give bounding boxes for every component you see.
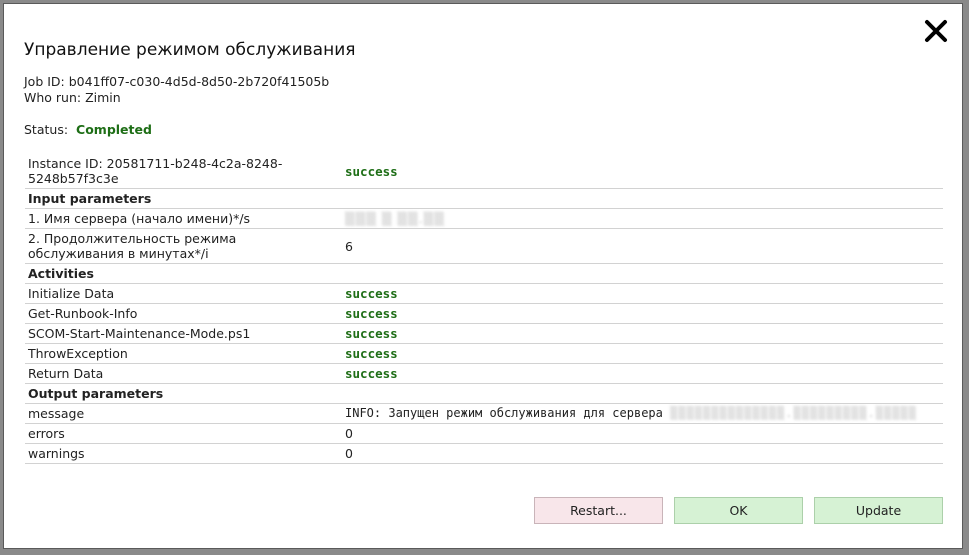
- activity-status: success: [342, 283, 943, 304]
- table-row: ThrowException success: [25, 343, 943, 364]
- instance-status: success: [342, 154, 943, 189]
- activity-label: Initialize Data: [25, 283, 342, 304]
- table-row: message INFO: Запущен режим обслуживания…: [25, 403, 943, 424]
- job-meta: Job ID: b041ff07-c030-4d5d-8d50-2b720f41…: [24, 74, 329, 106]
- table-row: Get-Runbook-Info success: [25, 303, 943, 324]
- redacted-value: ▒▒▒▒▒▒▒▒▒▒▒▒▒▒.▒▒▒▒▒▒▒▒▒.▒▒▒▒▒: [670, 406, 917, 420]
- input-param-value: ▒▒▒ ▒ ▒▒.▒▒: [342, 208, 943, 229]
- who-run: Who run: Zimin: [24, 90, 121, 105]
- output-param-label: errors: [25, 423, 342, 444]
- activity-status: success: [342, 343, 943, 364]
- input-param-label: 2. Продолжительность режима обслуживания…: [25, 228, 342, 264]
- job-status: Status: Completed: [24, 122, 152, 137]
- update-button[interactable]: Update: [814, 497, 943, 524]
- input-param-value: 6: [342, 228, 943, 264]
- section-header-output: Output parameters: [25, 383, 943, 404]
- table-row: 1. Имя сервера (начало имени)*/s ▒▒▒ ▒ ▒…: [25, 208, 943, 229]
- input-param-label: 1. Имя сервера (начало имени)*/s: [25, 208, 342, 229]
- redacted-value: ▒▒▒ ▒ ▒▒.▒▒: [345, 211, 445, 226]
- activity-status: success: [342, 363, 943, 384]
- restart-button[interactable]: Restart...: [534, 497, 663, 524]
- section-header-activities: Activities: [25, 263, 943, 284]
- output-param-value: 0: [342, 423, 943, 444]
- runbook-details-table: Instance ID: 20581711-b248-4c2a-8248-524…: [25, 154, 943, 464]
- instance-id-label: Instance ID: 20581711-b248-4c2a-8248-524…: [25, 154, 342, 189]
- activity-status: success: [342, 323, 943, 344]
- job-id: Job ID: b041ff07-c030-4d5d-8d50-2b720f41…: [24, 74, 330, 89]
- output-param-label: warnings: [25, 443, 342, 464]
- maintenance-dialog: Управление режимом обслуживания Job ID: …: [3, 3, 963, 549]
- activity-label: Return Data: [25, 363, 342, 384]
- section-header-input: Input parameters: [25, 188, 943, 209]
- table-row: Initialize Data success: [25, 283, 943, 304]
- output-param-label: message: [25, 403, 342, 424]
- status-label: Status:: [24, 122, 69, 137]
- dialog-title: Управление режимом обслуживания: [24, 40, 356, 60]
- table-row: SCOM-Start-Maintenance-Mode.ps1 success: [25, 323, 943, 344]
- output-param-value: 0: [342, 443, 943, 464]
- output-message-value: INFO: Запущен режим обслуживания для сер…: [342, 403, 943, 424]
- activity-label: SCOM-Start-Maintenance-Mode.ps1: [25, 323, 342, 344]
- activity-label: Get-Runbook-Info: [25, 303, 342, 324]
- table-row: Return Data success: [25, 363, 943, 384]
- table-row: Instance ID: 20581711-b248-4c2a-8248-524…: [25, 154, 943, 189]
- activity-label: ThrowException: [25, 343, 342, 364]
- activity-status: success: [342, 303, 943, 324]
- ok-button[interactable]: OK: [674, 497, 803, 524]
- status-value: Completed: [76, 122, 152, 137]
- table-row: 2. Продолжительность режима обслуживания…: [25, 228, 943, 264]
- table-row: warnings 0: [25, 443, 943, 464]
- close-icon[interactable]: [923, 18, 949, 44]
- table-row: errors 0: [25, 423, 943, 444]
